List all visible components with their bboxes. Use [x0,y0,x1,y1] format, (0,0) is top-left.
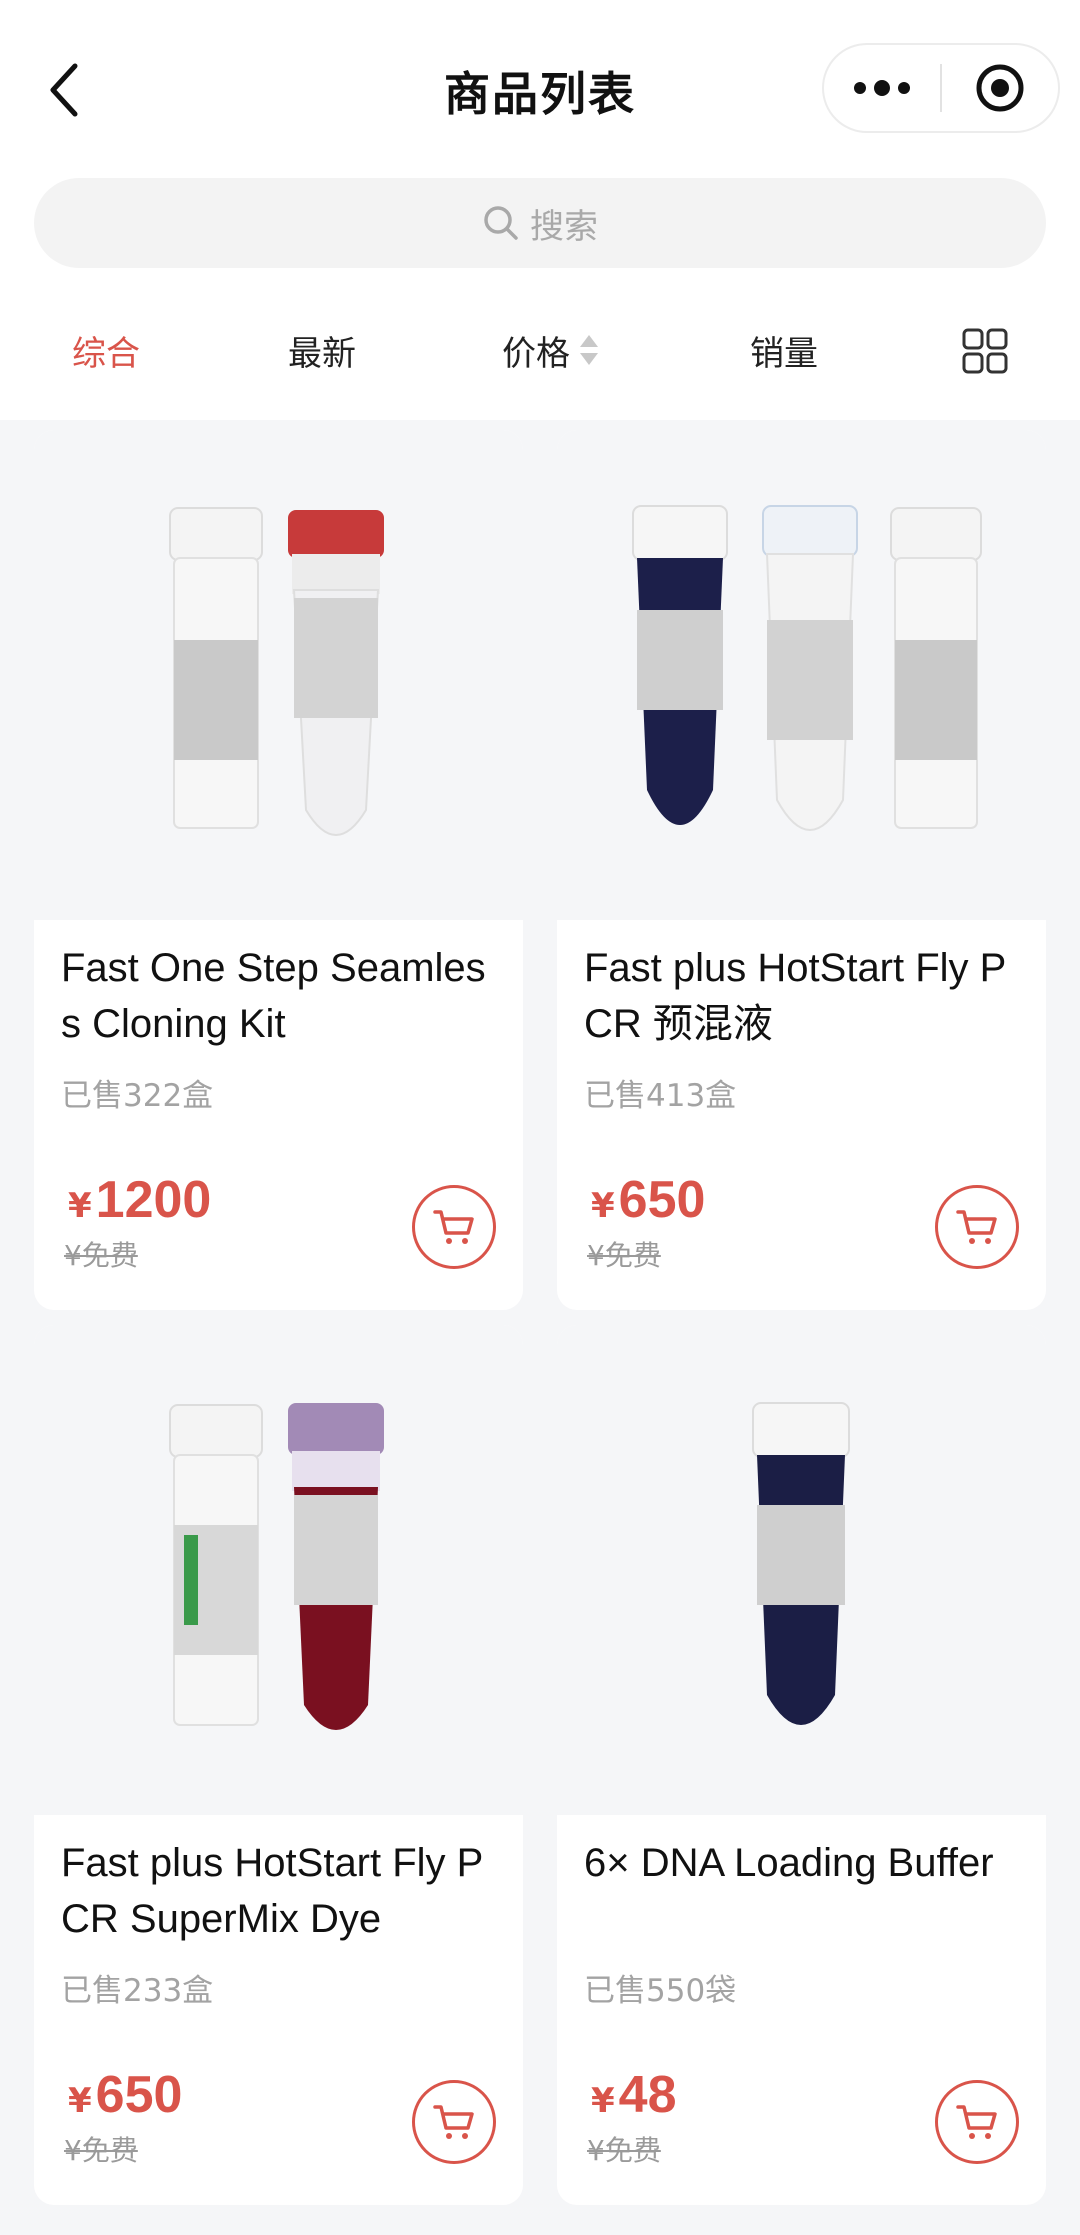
sort-arrows-icon [578,333,600,367]
cart-icon [433,1210,474,1244]
product-card[interactable]: Fast plus HotStart Fly PCR SuperMix Dye … [34,1325,523,2205]
original-price: ¥免费 [64,1239,138,1272]
add-to-cart-button[interactable] [935,2080,1019,2164]
sold-count: 已售233盒 [61,1973,214,2009]
mini-program-capsule [822,43,1060,133]
sold-count: 已售413盒 [584,1078,737,1114]
close-button[interactable] [942,45,1058,131]
cart-icon [956,2105,997,2139]
tab-label: 价格 [502,333,570,374]
currency-symbol: ¥ [591,1186,615,1226]
target-circle-icon [976,64,1024,112]
price: ¥ 1200 [68,1170,211,1230]
original-price: ¥免费 [64,2134,138,2167]
product-image [557,430,1046,920]
product-card[interactable]: Fast plus HotStart Fly PCR 预混液 已售413盒 ¥ … [557,430,1046,1310]
grid-layout-icon [962,328,1008,374]
price-value: 1200 [95,1171,212,1229]
original-price: ¥免费 [587,2134,661,2167]
currency-symbol: ¥ [68,1186,92,1226]
price: ¥ 48 [591,2065,677,2125]
tab-comprehensive[interactable]: 综合 [72,310,140,390]
tab-label: 销量 [750,333,818,374]
product-name: Fast plus HotStart Fly PCR 预混液 [584,946,1007,1046]
layout-toggle-button[interactable] [962,328,1008,379]
product-name: 6× DNA Loading Buffer [584,1841,994,1885]
product-name: Fast One Step Seamless Cloning Kit [61,946,486,1046]
tab-price[interactable]: 价格 [502,310,600,390]
product-card[interactable]: Fast One Step Seamless Cloning Kit 已售322… [34,430,523,1310]
tab-newest[interactable]: 最新 [288,310,356,390]
price: ¥ 650 [591,1170,705,1230]
product-image [34,430,523,920]
product-name: Fast plus HotStart Fly PCR SuperMix Dye [61,1841,484,1941]
product-card[interactable]: 6× DNA Loading Buffer 已售550袋 ¥ 48 ¥免费 [557,1325,1046,2205]
more-button[interactable] [824,45,940,131]
top-bar: 商品列表 搜索 综合 最新 价格 销量 [0,0,1080,420]
tab-sales[interactable]: 销量 [750,310,818,390]
product-image [34,1325,523,1815]
search-icon [484,206,518,240]
add-to-cart-button[interactable] [412,1185,496,1269]
tab-label: 最新 [288,333,356,374]
currency-symbol: ¥ [68,2081,92,2121]
cart-icon [433,2105,474,2139]
sold-count: 已售550袋 [584,1973,737,2009]
price-value: 650 [618,1171,706,1229]
cart-icon [956,1210,997,1244]
add-to-cart-button[interactable] [412,2080,496,2164]
price-value: 48 [618,2066,677,2124]
more-dots-icon [854,80,910,96]
add-to-cart-button[interactable] [935,1185,1019,1269]
search-placeholder: 搜索 [530,206,598,247]
price: ¥ 650 [68,2065,182,2125]
sold-count: 已售322盒 [61,1078,214,1114]
currency-symbol: ¥ [591,2081,615,2121]
original-price: ¥免费 [587,1239,661,1272]
price-value: 650 [95,2066,183,2124]
tab-label: 综合 [72,333,140,374]
search-input[interactable]: 搜索 [34,178,1046,268]
sort-tabs: 综合 最新 价格 销量 [0,310,1080,390]
product-image [557,1325,1046,1815]
